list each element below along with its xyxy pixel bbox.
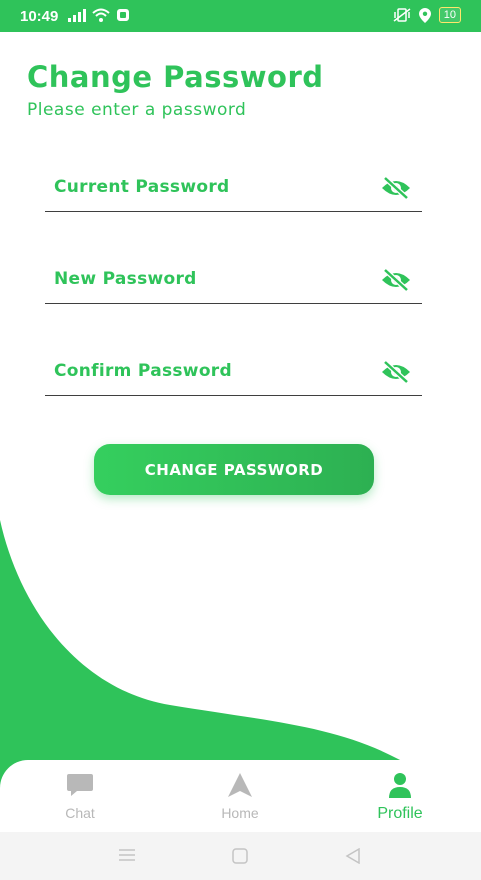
eye-off-icon[interactable] <box>380 267 412 293</box>
wifi-icon <box>92 8 110 22</box>
field-label: Current Password <box>54 177 230 197</box>
new-password-field[interactable]: New Password <box>45 257 422 304</box>
bottom-nav: Chat Home Profile <box>0 760 481 832</box>
vibrate-icon <box>393 8 411 22</box>
chat-icon <box>67 774 93 796</box>
back-icon[interactable] <box>345 848 361 864</box>
nav-label-home: Home <box>221 805 259 821</box>
page-title: Change Password <box>27 60 324 94</box>
page-subtitle: Please enter a password <box>27 100 247 120</box>
nav-item-chat[interactable]: Chat <box>20 772 140 821</box>
menu-icon[interactable] <box>118 848 136 862</box>
nav-item-profile[interactable]: Profile <box>340 772 460 823</box>
nav-label-chat: Chat <box>65 805 95 821</box>
person-icon <box>389 773 411 798</box>
home-button-icon[interactable] <box>232 848 248 864</box>
change-password-button[interactable]: CHANGE PASSWORD <box>94 444 374 495</box>
eye-off-icon[interactable] <box>380 359 412 385</box>
navigation-arrow-icon <box>228 773 252 797</box>
field-label: Confirm Password <box>54 361 232 381</box>
eye-off-icon[interactable] <box>380 175 412 201</box>
location-icon <box>418 7 431 23</box>
system-nav-bar <box>0 832 481 880</box>
status-bar: 10:49 10 <box>0 0 481 32</box>
status-time: 10:49 <box>20 8 59 25</box>
signal-icon <box>68 9 86 22</box>
nav-item-home[interactable]: Home <box>180 772 300 821</box>
field-label: New Password <box>54 269 197 289</box>
battery-icon: 10 <box>438 7 461 23</box>
nav-label-profile: Profile <box>377 805 423 822</box>
confirm-password-field[interactable]: Confirm Password <box>45 349 422 396</box>
current-password-field[interactable]: Current Password <box>45 165 422 212</box>
notification-icon <box>117 9 129 21</box>
background-wave <box>0 520 481 800</box>
